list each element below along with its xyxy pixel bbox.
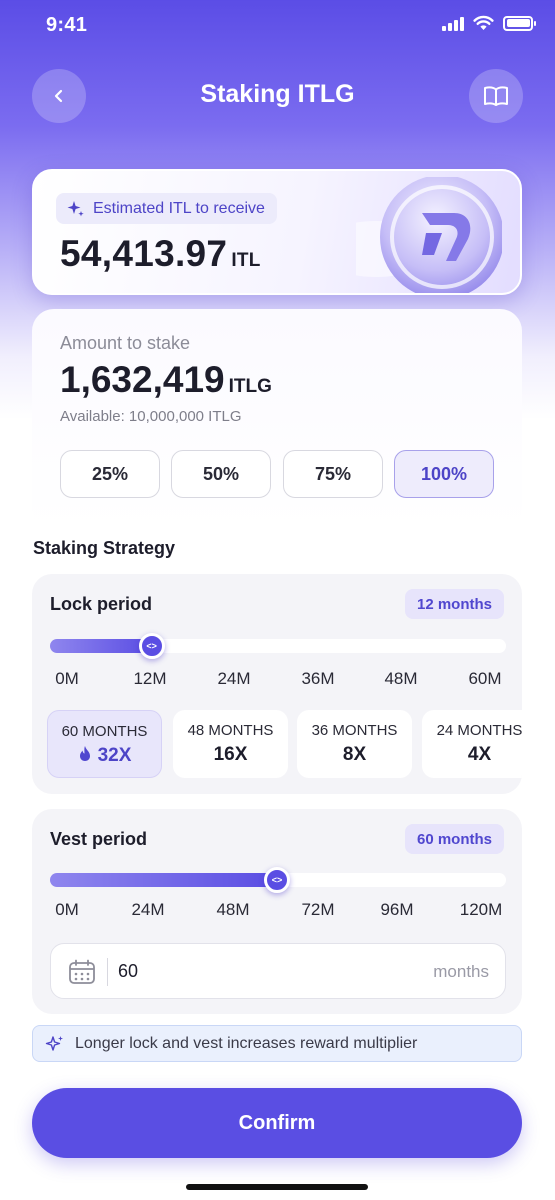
sparkle-icon [67,201,84,217]
estimate-unit: ITL [231,250,261,271]
multiplier-card-36[interactable]: 36 MONTHS 8X [297,710,412,778]
estimate-amount: 54,413.97 [60,233,228,274]
input-divider [107,958,108,986]
estimate-card: Estimated ITL to receive 54,413.97 ITL [32,169,522,295]
multiplier-months: 48 MONTHS [187,722,274,739]
amount-unit: ITLG [228,376,272,397]
multiplier-months: 36 MONTHS [311,722,398,739]
vest-period-value-pill: 60 months [404,824,504,854]
confirm-button[interactable]: Confirm [32,1088,522,1158]
cellular-signal-icon [442,15,464,31]
lock-period-title: Lock period [50,594,153,614]
multiplier-card-48[interactable]: 48 MONTHS 16X [173,710,288,778]
lock-tick: 36M [301,669,335,688]
vest-period-panel: Vest period 60 months <> 0M 24M 48M 72M … [32,809,522,1014]
book-icon [484,86,508,106]
multiplier-value: 8X [342,744,367,765]
estimate-value: 54,413.97 ITL [60,233,261,275]
vest-duration-input[interactable]: months [50,943,506,999]
lock-period-value-pill: 12 months [404,589,504,619]
multiplier-card-24[interactable]: 24 MONTHS 4X [422,710,522,778]
vest-tick: 48M [216,900,250,919]
lock-tick: 12M [133,669,167,688]
amount-label: Amount to stake [60,333,191,353]
percent-button-50[interactable]: 50% [171,450,271,498]
percent-button-75[interactable]: 75% [283,450,383,498]
lock-slider-thumb[interactable]: <> [138,633,165,659]
wifi-icon [473,15,494,30]
percent-button-100[interactable]: 100% [394,450,494,498]
lock-tick: 48M [384,669,418,688]
home-indicator [186,1184,368,1190]
fire-icon [79,746,90,761]
vest-slider-thumb[interactable]: <> [264,867,290,893]
lock-period-slider[interactable]: <> [50,633,506,659]
multiplier-months: 24 MONTHS [436,722,522,739]
lock-tick: 24M [217,669,251,688]
vest-months-field[interactable] [118,961,318,982]
vest-period-slider[interactable]: <> [50,867,506,893]
available-balance: Available: 10,000,000 ITLG [60,408,242,425]
status-bar: 9:41 [0,0,555,50]
battery-icon [503,15,536,31]
calendar-icon [69,959,95,984]
percent-button-25[interactable]: 25% [60,450,160,498]
status-time: 9:41 [46,14,88,36]
vest-tick: 0M [55,900,79,919]
estimate-badge: Estimated ITL to receive [56,193,277,224]
lock-slider-fill [50,639,152,653]
coin-illustration [356,177,502,293]
vest-tick: 72M [301,900,335,919]
vest-slider-fill [50,873,277,887]
sparkle-outline-icon [45,1035,63,1051]
stake-card: Amount to stake 1,632,419 ITLG Available:… [32,309,522,531]
multiplier-months: 60 MONTHS [61,723,148,740]
estimate-badge-label: Estimated ITL to receive [93,199,265,217]
vest-months-unit: months [433,962,489,981]
lock-tick: 0M [55,669,79,688]
status-icons [442,15,536,31]
section-title-strategy: Staking Strategy [33,538,176,558]
amount-value[interactable]: 1,632,419 ITLG [60,359,272,401]
amount-number: 1,632,419 [60,359,225,400]
multiplier-value: 16X [213,744,248,765]
hint-text: Longer lock and vest increases reward mu… [75,1034,418,1052]
multiplier-value: 32X [97,745,132,766]
vest-period-title: Vest period [50,829,148,849]
vest-tick: 96M [380,900,414,919]
lock-period-panel: Lock period 12 months <> 0M 12M 24M 36M … [32,574,522,794]
multiplier-value: 4X [467,744,492,765]
multiplier-hint: Longer lock and vest increases reward mu… [32,1025,522,1062]
vest-tick: 24M [131,900,165,919]
multiplier-card-60[interactable]: 60 MONTHS 32X [47,710,162,778]
lock-tick: 60M [468,669,502,688]
vest-tick: 120M [459,900,503,919]
guide-button[interactable] [469,69,523,123]
